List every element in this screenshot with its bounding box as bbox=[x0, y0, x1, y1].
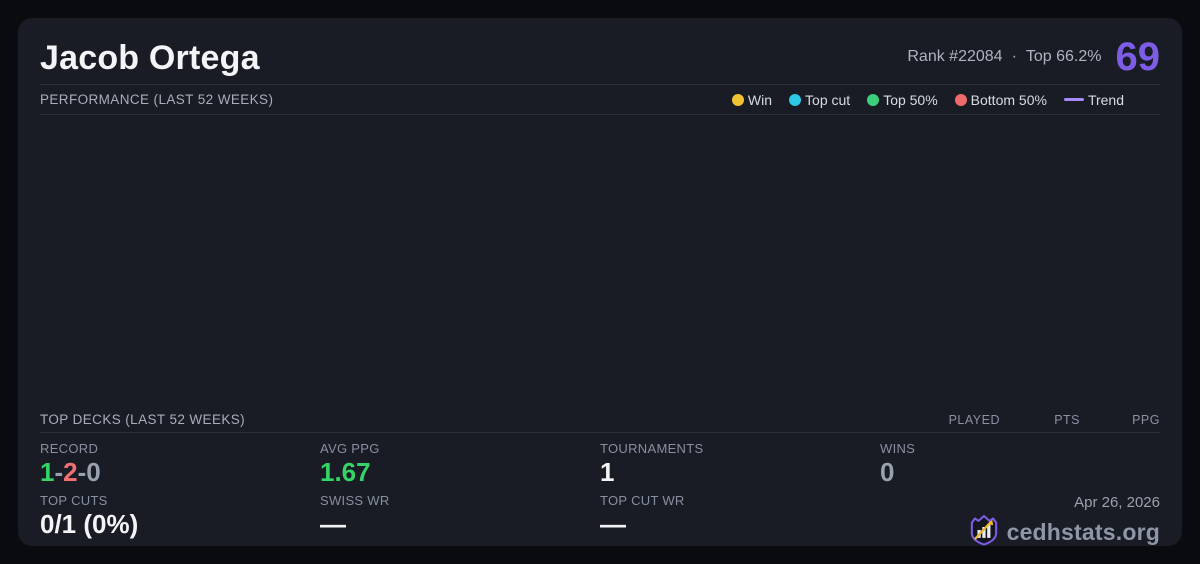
stats-grid: RECORD 1-2-0 AVG PPG 1.67 TOURNAMENTS 1 … bbox=[40, 433, 1160, 546]
record-losses: 2 bbox=[63, 457, 78, 487]
report-date: Apr 26, 2026 bbox=[1074, 494, 1160, 511]
column-header-pts: PTS bbox=[1054, 412, 1080, 427]
stat-label: TOP CUTS bbox=[40, 493, 108, 508]
trend-line-icon bbox=[1063, 98, 1084, 101]
top-decks-section-title: TOP DECKS (LAST 52 WEEKS) bbox=[40, 412, 246, 427]
card-header: Jacob Ortega Rank #22084 · Top 66.2% 69 bbox=[40, 18, 1160, 85]
top-cut-wr-value: — bbox=[600, 509, 626, 539]
performance-section-title: PERFORMANCE (LAST 52 WEEKS) bbox=[40, 92, 274, 107]
legend-label: Bottom 50% bbox=[970, 91, 1047, 108]
rank-line: Rank #22084 · Top 66.2% bbox=[907, 48, 1101, 66]
rank-text: Rank #22084 bbox=[907, 48, 1003, 65]
player-score: 69 bbox=[1115, 35, 1161, 79]
header-right: Rank #22084 · Top 66.2% 69 bbox=[907, 35, 1161, 79]
stat-avg-ppg: AVG PPG 1.67 bbox=[320, 441, 600, 493]
top-cuts-value: 0/1 (0%) bbox=[40, 509, 139, 539]
avg-ppg-value: 1.67 bbox=[320, 457, 371, 487]
stat-top-cuts: TOP CUTS 0/1 (0%) bbox=[40, 493, 320, 545]
record-dash: - bbox=[54, 457, 64, 487]
tournaments-value: 1 bbox=[600, 457, 615, 487]
stat-label: SWISS WR bbox=[320, 493, 390, 508]
stat-label: WINS bbox=[880, 441, 916, 456]
legend-item: Top 50% bbox=[867, 91, 938, 108]
legend-item: Top cut bbox=[789, 92, 850, 108]
column-header-played: PLAYED bbox=[948, 412, 1000, 427]
legend: Win Top cut Top 50% Bottom 50% Trend bbox=[731, 91, 1160, 108]
cedhstats-logo-icon bbox=[968, 513, 1000, 546]
player-stats-card: Jacob Ortega Rank #22084 · Top 66.2% 69 … bbox=[18, 18, 1182, 546]
top-cut-dot-icon bbox=[789, 93, 802, 106]
column-header-ppg: PPG bbox=[1132, 412, 1160, 427]
stat-record: RECORD 1-2-0 bbox=[40, 441, 320, 493]
legend-item: Trend bbox=[1063, 91, 1124, 108]
stat-label: TOURNAMENTS bbox=[600, 441, 704, 456]
swiss-wr-value: — bbox=[320, 509, 346, 539]
performance-chart-area bbox=[40, 115, 1160, 407]
stat-label: AVG PPG bbox=[320, 441, 380, 456]
performance-header-row: PERFORMANCE (LAST 52 WEEKS) Win Top cut To… bbox=[40, 85, 1160, 115]
top-decks-header-row: TOP DECKS (LAST 52 WEEKS) PLAYED PTS PPG bbox=[40, 407, 1160, 433]
stat-swiss-wr: SWISS WR — bbox=[320, 493, 600, 545]
win-dot-icon bbox=[731, 93, 744, 106]
player-name: Jacob Ortega bbox=[40, 38, 260, 77]
stat-wins: WINS 0 bbox=[880, 441, 1160, 493]
record-wins: 1 bbox=[40, 457, 55, 487]
stat-label: TOP CUT WR bbox=[600, 493, 685, 508]
legend-label: Top 50% bbox=[883, 91, 938, 108]
footer-branding: Apr 26, 2026 cedhstats.org bbox=[880, 493, 1160, 546]
wins-value: 0 bbox=[880, 457, 895, 487]
bottom-50-dot-icon bbox=[954, 93, 967, 106]
legend-label: Top cut bbox=[805, 91, 851, 108]
stat-top-cut-wr: TOP CUT WR — bbox=[600, 493, 880, 545]
legend-item: Bottom 50% bbox=[954, 91, 1047, 108]
legend-label: Trend bbox=[1087, 91, 1124, 108]
record-draws: 0 bbox=[86, 457, 101, 487]
record-dash: - bbox=[77, 457, 87, 487]
stat-label: RECORD bbox=[40, 441, 99, 456]
top-percent-text: Top 66.2% bbox=[1025, 48, 1102, 65]
rank-separator: · bbox=[1011, 48, 1017, 65]
stat-tournaments: TOURNAMENTS 1 bbox=[600, 441, 880, 493]
top-50-dot-icon bbox=[867, 93, 880, 106]
legend-item: Win bbox=[731, 91, 773, 108]
legend-label: Win bbox=[747, 91, 773, 108]
top-decks-columns: PLAYED PTS PPG bbox=[920, 413, 1160, 427]
brand-name: cedhstats.org bbox=[1006, 519, 1160, 545]
record-value: 1-2-0 bbox=[40, 458, 320, 487]
brand-row[interactable]: cedhstats.org bbox=[968, 513, 1160, 546]
